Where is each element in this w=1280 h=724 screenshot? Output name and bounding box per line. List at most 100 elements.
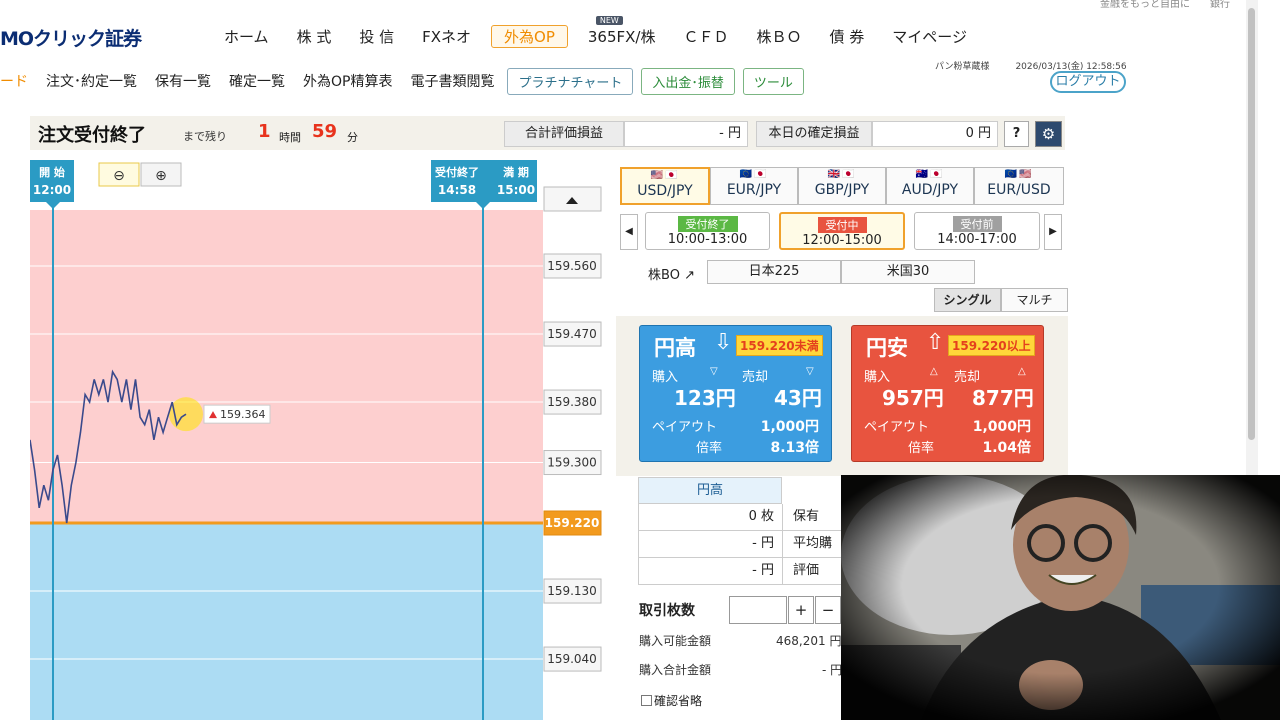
available-amount-value: 468,201 円 [776, 634, 842, 648]
current-price-label: 159.364 [203, 404, 271, 424]
tab-eur-jpy[interactable]: 🇪🇺🇯🇵 EUR/JPY [710, 167, 798, 205]
price-chart[interactable]: 開 始 12:00 受付終了 14:58 満 期 15:00 ⊖ ⊕ 159.5… [29, 152, 606, 720]
quantity-input[interactable] [729, 596, 787, 624]
slot-status-upcoming: 受付前 [952, 216, 1002, 232]
checkbox-box[interactable] [641, 695, 652, 706]
strike-tick-label: 159.220 [545, 516, 600, 530]
logout-button[interactable]: ログアウト [1050, 71, 1126, 93]
subnav-orders[interactable]: 注文･約定一覧 [37, 71, 146, 91]
nav-bonds[interactable]: 債 券 [816, 26, 879, 47]
total-amount-value: - 円 [822, 663, 843, 677]
brand-logo[interactable]: MOクリック証券 [0, 24, 142, 51]
position-eval-label: 評価 [793, 563, 820, 578]
yen-low-sell-price[interactable]: 877円 [972, 382, 1034, 411]
nikkei225-button[interactable]: 日本225 [707, 260, 841, 284]
position-eval: - 円 [639, 558, 783, 584]
yen-high-buy-price[interactable]: 123円 [674, 382, 736, 411]
user-name: パン粉草蔵様 [935, 62, 990, 72]
subnav-trade[interactable]: ード [0, 71, 37, 91]
settings-gear-icon[interactable]: ⚙ [1035, 121, 1062, 147]
below-strike-zone [30, 523, 543, 720]
webcam-svg [841, 475, 1280, 720]
tab-aud-jpy[interactable]: 🇦🇺🇯🇵 AUD/JPY [886, 167, 974, 205]
position-avg: - 円 [639, 531, 783, 557]
yen-high-sell-tri-icon: ▽ [806, 366, 814, 377]
tab-gbp-jpy[interactable]: 🇬🇧🇯🇵 GBP/JPY [798, 167, 886, 205]
nav-stock-bo[interactable]: 株ＢＯ [743, 26, 816, 47]
start-label: 開 始 [39, 165, 65, 179]
minutes-unit: 分 [347, 131, 358, 144]
nav-stocks[interactable]: 株 式 [283, 26, 346, 47]
nav-365fx[interactable]: NEW 365FX/株 [574, 15, 670, 47]
y-axis-ticks: 159.560 159.470 159.380 159.300 159.220 159.1… [543, 253, 602, 672]
mode-multi-button[interactable]: マルチ [1001, 288, 1068, 312]
nav-funds[interactable]: 投 信 [345, 26, 408, 47]
remaining-hours: 1 [258, 121, 271, 142]
quantity-plus-button[interactable]: + [788, 596, 814, 624]
slot-status-open: 受付中 [817, 217, 867, 233]
nav-fx-neo[interactable]: FXネオ [408, 26, 485, 47]
mode-single-button[interactable]: シングル [934, 288, 1001, 312]
aud-jpy-label: AUD/JPY [901, 182, 959, 198]
today-pl-value: 0 円 [872, 121, 998, 147]
cam-vignette [841, 475, 1280, 720]
slot-time: 12:00-15:00 [802, 233, 882, 248]
slot-12-15[interactable]: 受付中 12:00-15:00 [779, 212, 905, 250]
subnav-settlement[interactable]: 外為OP精算表 [294, 71, 401, 91]
available-amount-label: 購入可能金額 [639, 634, 712, 648]
subnav-holdings[interactable]: 保有一覧 [146, 71, 220, 91]
position-qty-label: 保有 [793, 509, 820, 524]
yen-low-card[interactable]: 円安 ⇧ 159.220以上 購入 △ 957円 売却 △ 877円 ペイアウト… [851, 325, 1044, 462]
yen-low-sell-tri-icon: △ [1018, 366, 1026, 377]
slot-time: 10:00-13:00 [667, 232, 748, 247]
start-marker-pointer [46, 202, 60, 209]
y-tick-label: 159.300 [547, 456, 597, 470]
platinum-chart-button[interactable]: プラチナチャート [507, 67, 634, 95]
slot-10-13[interactable]: 受付終了 10:00-13:00 [645, 212, 770, 250]
yen-high-ratio-value: 8.13倍 [770, 440, 819, 456]
nav-mypage[interactable]: マイページ [878, 26, 981, 47]
tab-eur-usd[interactable]: 🇪🇺🇺🇸 EUR/USD [974, 167, 1064, 205]
yen-low-buy-price[interactable]: 957円 [882, 382, 944, 411]
zoom-in-icon: ⊕ [155, 168, 167, 184]
eur-usd-label: EUR/USD [987, 182, 1051, 198]
slot-next-button[interactable]: ▶ [1044, 214, 1062, 250]
skip-confirm-label: 確認省略 [654, 694, 703, 708]
yen-high-condition: 159.220未満 [736, 335, 823, 356]
stock-bo-label: 株BO [648, 268, 680, 283]
close-marker-pointer [476, 202, 490, 209]
eur-jpy-flags: 🇪🇺🇯🇵 [739, 169, 769, 180]
slot-prev-button[interactable]: ◀ [620, 214, 638, 250]
skip-confirm-checkbox[interactable]: 確認省略 [641, 692, 702, 709]
y-tick-label: 159.040 [547, 652, 597, 666]
tab-usd-jpy[interactable]: 🇺🇸🇯🇵 USD/JPY [620, 167, 710, 205]
eur-usd-flags: 🇪🇺🇺🇸 [1004, 169, 1034, 180]
yen-high-card[interactable]: 円高 ⇩ 159.220未満 購入 ▽ 123円 売却 ▽ 43円 ペイアウト … [639, 325, 832, 462]
stock-bo-link[interactable]: 株BO ↗ [648, 264, 695, 283]
yen-high-payout-label: ペイアウト [652, 420, 718, 435]
down-arrow-icon: ⇩ [714, 330, 733, 355]
nav-cfd[interactable]: ＣＦＤ [669, 26, 742, 47]
expiry-time: 15:00 [497, 183, 535, 197]
top-utility-bar [0, 0, 1245, 10]
subnav-confirmed[interactable]: 確定一覧 [220, 71, 294, 91]
nav-home[interactable]: ホーム [210, 26, 283, 47]
gbp-jpy-flags: 🇬🇧🇯🇵 [827, 169, 857, 180]
hours-unit: 時間 [279, 131, 301, 144]
help-button[interactable]: ? [1004, 121, 1029, 147]
tools-button[interactable]: ツール [742, 67, 804, 95]
yen-high-sell-price[interactable]: 43円 [774, 382, 822, 411]
subnav-documents[interactable]: 電子書類閲覧 [401, 71, 503, 91]
quantity-minus-button[interactable]: − [815, 596, 841, 624]
slot-14-17[interactable]: 受付前 14:00-17:00 [914, 212, 1040, 250]
position-header: 円高 [638, 477, 782, 504]
scrollbar-thumb[interactable] [1248, 8, 1255, 440]
deposit-button[interactable]: 入出金･振替 [641, 67, 735, 95]
order-status-title: 注文受付終了 [38, 125, 146, 146]
top-utility-links[interactable]: 金融をもっと自由に 銀行 [1100, 0, 1230, 10]
yen-high-title: 円高 [654, 336, 696, 360]
nav-fx-option[interactable]: 外為OP [491, 24, 568, 48]
total-pl-value: - 円 [624, 121, 748, 147]
us30-button[interactable]: 米国30 [841, 260, 975, 284]
position-row-eval: - 円評価 [638, 558, 848, 585]
